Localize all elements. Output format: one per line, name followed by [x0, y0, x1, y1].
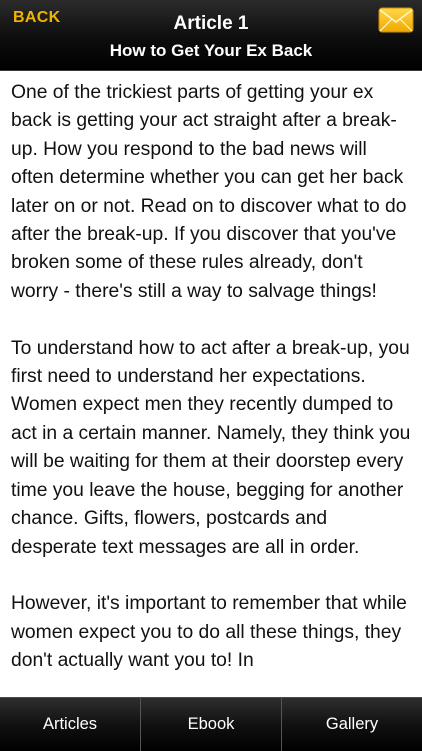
page-title: Article 1	[173, 13, 249, 34]
tab-gallery[interactable]: Gallery	[281, 698, 422, 751]
page-subtitle: How to Get Your Ex Back	[109, 41, 313, 60]
tab-ebook[interactable]: Ebook	[140, 698, 281, 751]
tab-articles[interactable]: Articles	[0, 698, 140, 751]
navigation-bar: BACK Article 1 How to Get Your Ex Back	[0, 0, 422, 71]
envelope-icon	[378, 7, 414, 33]
article-body: One of the trickiest parts of getting yo…	[11, 82, 411, 672]
mail-button[interactable]	[378, 7, 414, 33]
article-content[interactable]: One of the trickiest parts of getting yo…	[0, 71, 422, 697]
tab-bar: Articles Ebook Gallery	[0, 697, 422, 751]
